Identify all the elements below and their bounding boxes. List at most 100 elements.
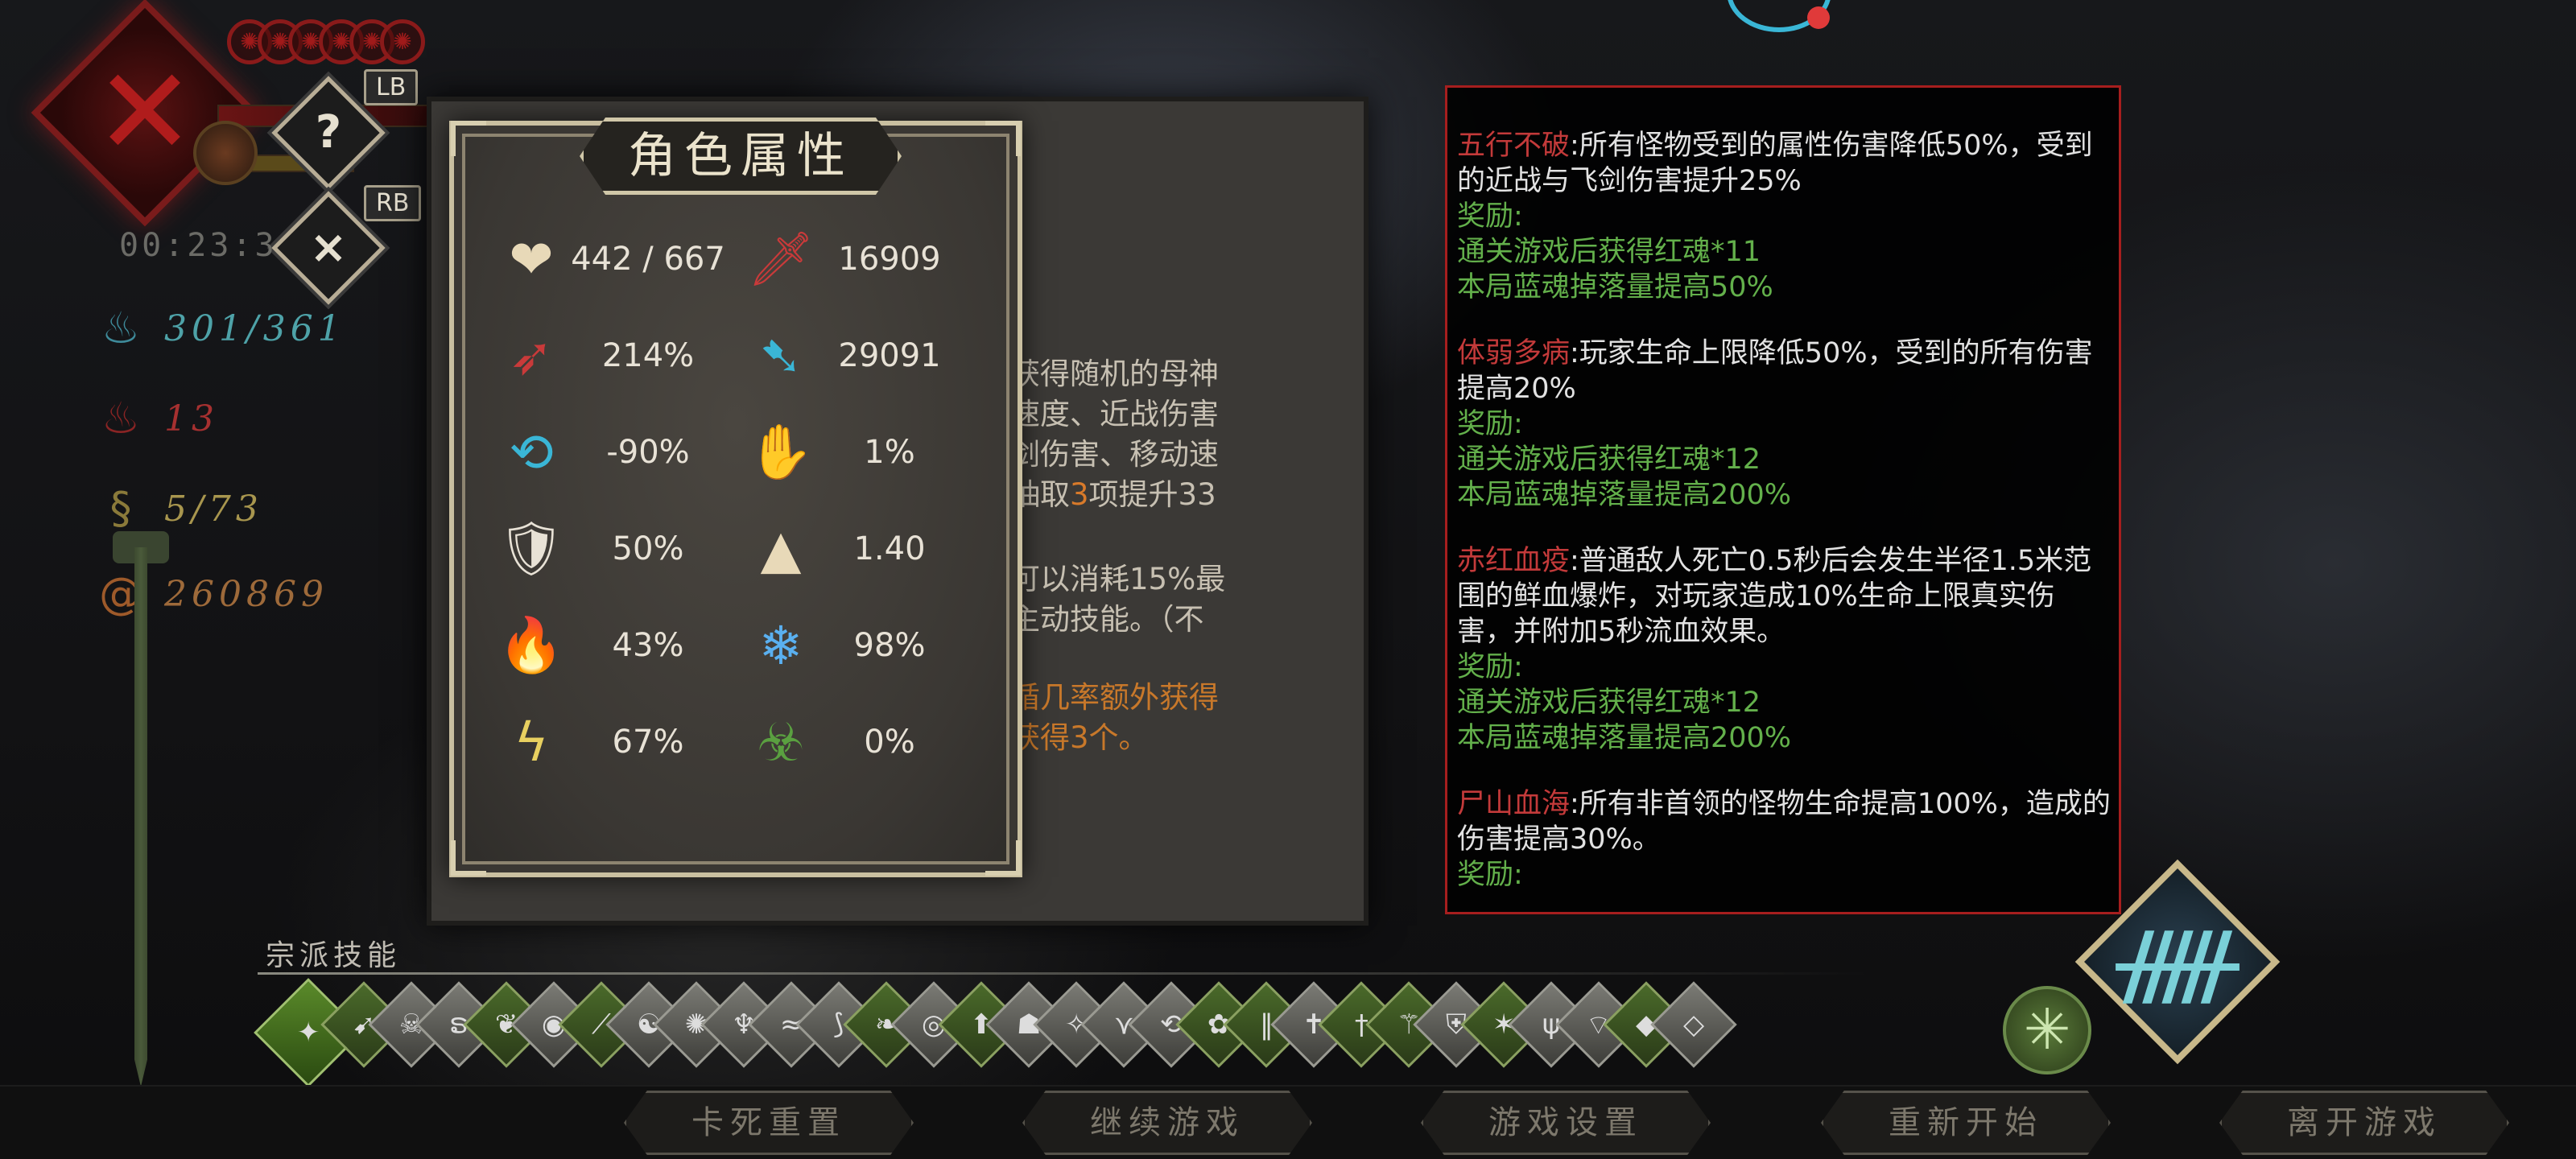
gourd-value: 5/73 [164,488,263,530]
relic-desc-line: 可以消耗15%最 [1010,562,1226,596]
skill-shard-icon[interactable]: ◇ [1650,981,1737,1068]
reward-label: 奖励: [1457,408,1523,440]
coin-counter: @ 260869 [97,562,328,626]
relic-desc-line: 获得随机的母神 [1010,357,1219,391]
crit-damage-icon: ➶ [509,324,554,387]
stat-value: 50% [612,530,684,567]
close-icon: × [309,221,348,274]
coin-value: 260869 [164,573,328,615]
leave-game-button[interactable]: 离开游戏 [2219,1091,2509,1155]
relic-desc-line: 获得3个。 [1010,720,1149,755]
mutator-description: 五行不破:所有怪物受到的属性伤害降低50%，受到的近战与飞剑伤害提升25% [1457,128,2111,199]
stat-item: ☣ 0% [745,702,962,782]
restart-button[interactable]: 重新开始 [1821,1091,2111,1155]
blue-soul-icon: ♨ [101,303,141,353]
sword-gauge [134,547,147,1087]
stat-value: -90% [606,434,690,471]
frost-icon: ❄ [758,614,803,677]
reward-item: 通关游戏后获得红魂*12 [1457,687,1761,719]
panel-corner [985,840,1021,876]
panel-corner [451,840,486,876]
stat-value: 98% [853,627,926,664]
help-icon: ? [315,106,342,159]
relic-desc-line: 抽取3项提升33 [1010,477,1216,512]
reward-item: 通关游戏后获得红魂*12 [1457,443,1761,476]
relic-description-3: 循几率额外获得 获得3个。 [1010,678,1268,758]
dash-icon: ➷ [758,324,803,387]
panel-corner [985,121,1021,156]
stat-value: 1% [864,434,915,471]
stat-item: ❄ 98% [745,605,962,686]
stat-value: 214% [601,337,695,374]
stat-item: ➷ 29091 [745,316,962,396]
reward-item: 通关游戏后获得红魂*11 [1457,236,1761,268]
sect-medal-icon: ᚏ [2116,910,2239,1013]
reward-item: 本局蓝魂掉落量提高200% [1457,722,1792,754]
cooldown-icon: ⟲ [509,421,554,484]
rb-tag: RB [364,185,422,221]
run-timer: 00:23:3 [119,227,278,264]
fire-icon: 🔥 [497,614,565,676]
avatar [193,121,258,185]
stat-item: 🗡 16909 [745,219,962,299]
curse-ring-icon: ✺ [380,19,425,64]
stat-item: ✋ 1% [745,412,962,493]
red-soul-value: 13 [164,398,219,439]
lb-tag: LB [364,69,419,105]
relic-description-2: 可以消耗15%最 主动技能。（不 [1010,559,1268,640]
mutator-entry: 五行不破:所有怪物受到的属性伤害降低50%，受到的近战与飞剑伤害提升25% 奖励:… [1457,128,2111,305]
mutator-name: 赤红血疫 [1457,545,1571,577]
panel-corner [451,121,486,156]
relic-desc-line: 主动技能。（不 [1010,602,1204,637]
mutator-name: 五行不破 [1457,130,1571,162]
stat-item: ⟲ -90% [495,412,729,493]
poison-icon: ☣ [757,711,805,773]
stat-value: 67% [612,724,684,761]
notification-dot [1807,6,1830,29]
mutator-description: 体弱多病:玩家生命上限降低50%，受到的所有伤害提高20% [1457,336,2111,406]
relic-desc-line: 循几率额外获得 [1010,680,1219,715]
mutator-entry: 尸山血海:所有非首领的怪物生命提高100%，造成的伤害提高30%。 奖励: [1457,786,2111,893]
relic-description-1: 获得随机的母神 速度、近战伤害 剑伤害、移动速 抽取3项提升33 [1010,354,1268,515]
stat-value: 0% [864,724,915,761]
mutator-description: 尸山血海:所有非首领的怪物生命提高100%，造成的伤害提高30%。 [1457,786,2111,857]
game-settings-button[interactable]: 游戏设置 [1421,1091,1711,1155]
stat-item: ▲ 1.40 [745,509,962,589]
mutator-entry: 赤红血疫:普通敌人死亡0.5秒后会发生半径1.5米范围的鲜血爆炸，对玩家造成10… [1457,543,2111,756]
stat-value: 1.40 [853,530,926,567]
sect-emblem-button[interactable]: ✳ [2003,986,2091,1074]
mutator-name: 体弱多病 [1457,337,1571,369]
curse-rings: ✺ ✺ ✺ ✺ ✺ ✺ [227,19,425,64]
stat-value: 442 / 667 [571,241,725,278]
shield-icon: 🛡 [497,518,565,580]
relic-desc-line: 速度、近战伤害 [1010,397,1219,431]
stuck-reset-button[interactable]: 卡死重置 [624,1091,914,1155]
red-soul-icon: ♨ [101,393,141,443]
continue-game-button[interactable]: 继续游戏 [1022,1091,1312,1155]
player-emblem-mark-icon: ✕ [94,43,196,183]
divider [258,972,1868,975]
stat-item: ϟ 67% [495,702,729,782]
gourd-icon: § [109,483,132,534]
mutator-list-panel[interactable]: 五行不破:所有怪物受到的属性伤害降低50%，受到的近战与飞剑伤害提升25% 奖励:… [1445,85,2121,914]
stat-item: ❤ 442 / 667 [495,219,729,299]
sect-skills-row: ✦ ➹ ☠ ຣ ❦ ◉ ⟋ ☯ ✺ ♆ ≈ ⟆ ❧ ◎ ⬆ ☗ ✧ ⋎ ⟲ ✿ ‖ ✝ † ⚚ ⛨ ✶ ψ ⌔ ◆ ◇ [254,978,1737,1087]
stat-value: 29091 [838,337,941,374]
reward-item: 本局蓝魂掉落量提高50% [1457,271,1773,303]
attributes-title: 角色属性 [628,128,853,184]
reward-label: 奖励: [1457,651,1523,683]
sect-skills-label: 宗派技能 [266,939,402,972]
heart-icon: ❤ [509,228,554,291]
stat-item: 🔥 43% [495,605,729,686]
lightning-icon: ϟ [514,711,549,773]
stat-item: ➶ 214% [495,316,729,396]
reward-label: 奖励: [1457,200,1523,233]
reward-label: 奖励: [1457,859,1523,891]
speed-icon: ▲ [760,518,802,580]
blue-soul-value: 301/361 [164,307,345,349]
attack-icon: 🗡 [747,228,815,290]
stat-item: 🛡 50% [495,509,729,589]
mutator-name: 尸山血海 [1457,788,1571,820]
stat-value: 16909 [838,241,941,278]
stat-value: 43% [612,627,684,664]
